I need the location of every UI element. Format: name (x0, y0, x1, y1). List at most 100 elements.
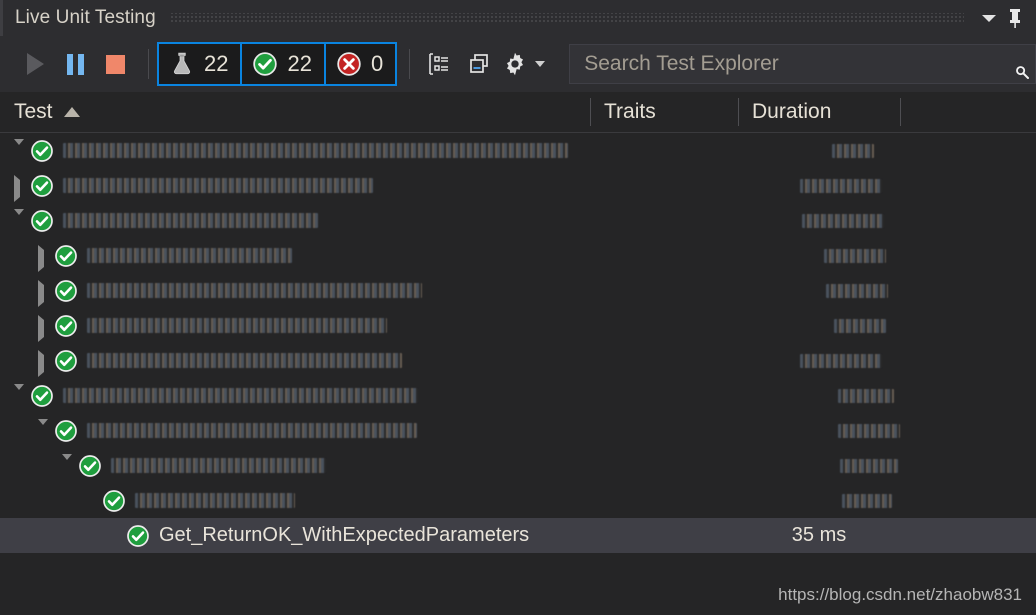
total-tests-count: 22 (204, 51, 229, 76)
tree-expander[interactable] (38, 280, 49, 307)
duration-redacted (840, 458, 898, 473)
test-name-redacted (87, 423, 417, 438)
table-row[interactable] (0, 133, 1036, 168)
table-row[interactable] (0, 168, 1036, 203)
search-input[interactable] (570, 45, 1035, 83)
chevron-right-icon (38, 350, 44, 377)
pause-tests-button[interactable] (58, 47, 92, 81)
column-header-test[interactable]: Test (0, 92, 80, 132)
table-row[interactable] (0, 483, 1036, 518)
gear-icon (507, 52, 524, 76)
test-name-redacted (87, 318, 387, 333)
tree-expander[interactable] (14, 209, 25, 237)
chevron-down-icon (982, 14, 996, 22)
stop-tests-button[interactable] (98, 47, 132, 81)
duration-value: 35 ms (791, 524, 847, 546)
tree-expander[interactable] (14, 175, 25, 202)
tree-expander[interactable] (62, 454, 73, 482)
duration-redacted (800, 178, 882, 193)
tree-expander[interactable] (14, 139, 25, 167)
duration-redacted (824, 248, 886, 263)
group-by-icon (429, 53, 449, 75)
duration-redacted (800, 353, 882, 368)
run-tests-button[interactable] (18, 47, 52, 81)
passed-tests-filter[interactable]: 22 (240, 42, 326, 86)
table-row[interactable] (0, 448, 1036, 483)
copy-icon (470, 54, 489, 73)
passed-icon (55, 349, 77, 372)
chevron-right-icon (38, 245, 44, 272)
test-status-icon (54, 244, 78, 268)
test-name-redacted (111, 458, 326, 473)
test-name-redacted (87, 283, 422, 298)
live-unit-testing-window: Live Unit Testing 22 22 0 Search Test Ex… (0, 0, 1036, 615)
test-name-redacted (63, 213, 318, 228)
total-tests-filter[interactable]: 22 (157, 42, 243, 86)
settings-button[interactable] (502, 47, 546, 81)
pause-icon (66, 53, 84, 75)
column-header-test-label: Test (14, 100, 53, 123)
tree-expander (86, 495, 97, 506)
passed-icon (31, 209, 53, 232)
settings-dropdown-icon (535, 61, 546, 67)
tree-expander[interactable] (38, 245, 49, 272)
tree-expander[interactable] (38, 419, 49, 447)
tree-expander (110, 530, 121, 541)
test-list[interactable]: Get_ReturnOK_WithExpectedParameters 35 ms… (0, 133, 1036, 615)
passed-icon (79, 454, 101, 477)
table-row[interactable] (0, 413, 1036, 448)
column-divider-3[interactable] (900, 98, 901, 126)
chevron-right-icon (38, 315, 44, 342)
test-status-icon (102, 489, 126, 513)
tree-expander[interactable] (38, 350, 49, 377)
table-row[interactable] (0, 343, 1036, 378)
search-icon[interactable] (1015, 65, 1029, 79)
passed-icon (55, 314, 77, 337)
play-icon (26, 53, 44, 75)
test-status-icon (30, 174, 54, 198)
stop-icon (105, 54, 125, 74)
tree-expander[interactable] (14, 384, 25, 412)
column-header-duration-label: Duration (752, 100, 832, 123)
failed-tests-filter[interactable]: 0 (323, 42, 398, 86)
test-name: Get_ReturnOK_WithExpectedParameters (159, 524, 530, 546)
table-row[interactable] (0, 203, 1036, 238)
flask-icon (173, 52, 191, 75)
test-name-redacted (87, 248, 292, 263)
title-accent-bar (0, 0, 3, 36)
duration-redacted (838, 423, 900, 438)
test-status-icon (126, 524, 150, 548)
drag-handle[interactable] (169, 13, 964, 23)
duration-redacted (842, 493, 892, 508)
duration-redacted (838, 388, 894, 403)
table-row[interactable]: Get_ReturnOK_WithExpectedParameters 35 ms (0, 518, 1036, 553)
group-by-button[interactable] (422, 47, 456, 81)
title-bar: Live Unit Testing (0, 0, 1036, 36)
watermark: https://blog.csdn.net/zhaobw831 (778, 585, 1022, 604)
failed-icon (337, 52, 361, 76)
tree-expander[interactable] (38, 315, 49, 342)
toolbar: 22 22 0 (0, 36, 1036, 92)
test-name-redacted (63, 143, 568, 158)
table-row[interactable] (0, 273, 1036, 308)
column-header-duration[interactable]: Duration (738, 92, 831, 132)
table-row[interactable] (0, 378, 1036, 413)
failed-tests-count: 0 (370, 51, 384, 76)
chevron-down-icon (62, 454, 72, 482)
test-status-icon (54, 279, 78, 303)
toolbar-separator-1 (148, 49, 149, 79)
copy-button[interactable] (462, 47, 496, 81)
table-row[interactable] (0, 238, 1036, 273)
passed-icon (253, 52, 278, 76)
window-dropdown-button[interactable] (976, 5, 1002, 31)
page-title: Live Unit Testing (15, 7, 156, 28)
column-header-traits[interactable]: Traits (590, 92, 656, 132)
column-headers: Test Traits Duration (0, 92, 1036, 133)
search-box[interactable] (569, 44, 1036, 84)
pin-button[interactable] (1002, 5, 1028, 31)
test-status-icon (30, 139, 54, 163)
chevron-down-icon (14, 384, 24, 412)
table-row[interactable] (0, 308, 1036, 343)
duration-redacted (832, 143, 874, 158)
test-name-redacted (63, 388, 418, 403)
